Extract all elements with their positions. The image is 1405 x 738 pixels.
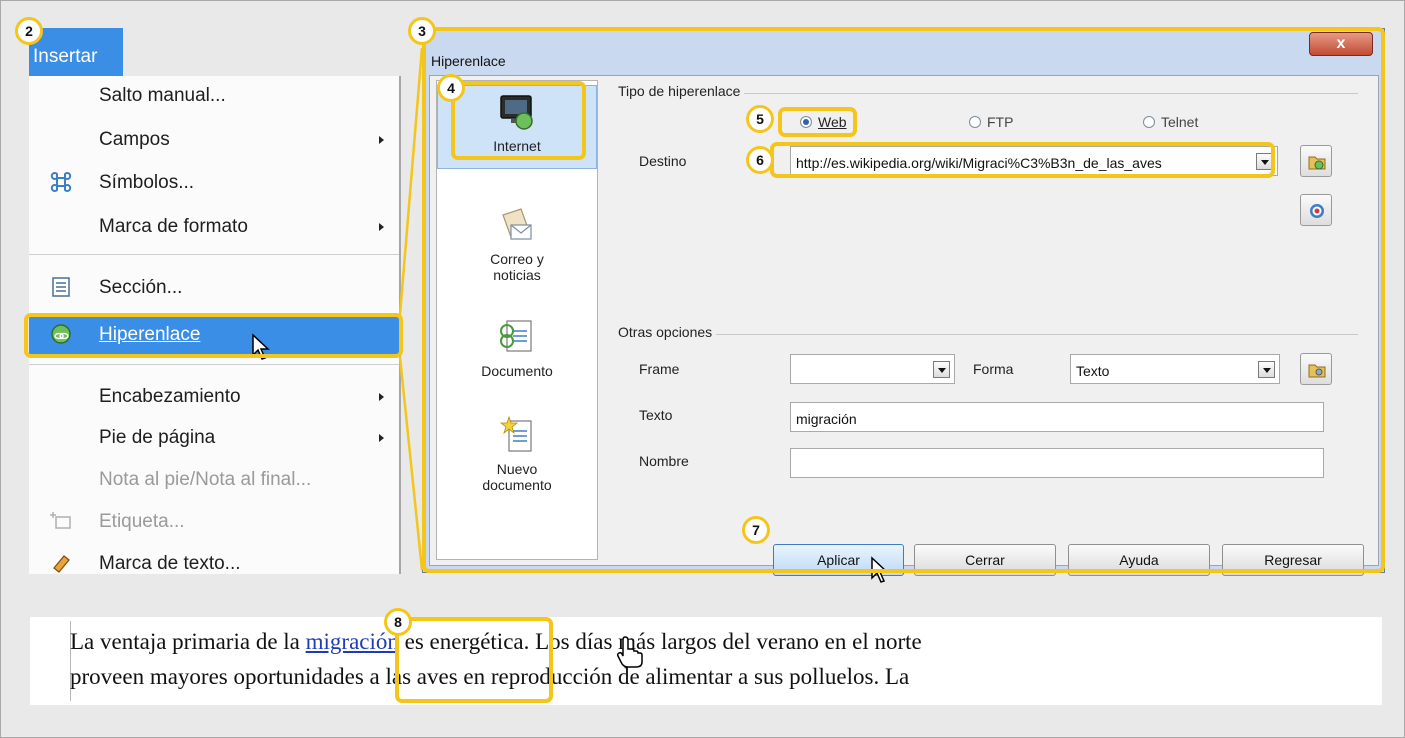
callout-box-internet — [451, 81, 586, 160]
callout-box-web — [778, 107, 857, 137]
callout-badge-7: 7 — [742, 516, 770, 544]
callout-badge-6: 6 — [746, 146, 774, 174]
callout-badge-8: 8 — [384, 608, 412, 636]
callout-badge-4: 4 — [437, 74, 465, 102]
callout-badge-5: 5 — [746, 105, 774, 133]
callout-badge-3: 3 — [408, 17, 436, 45]
callout-badge-2: 2 — [15, 17, 43, 45]
callout-box-hiperenlace — [24, 313, 403, 358]
callout-box-link-text — [395, 617, 553, 703]
callout-box-url — [770, 142, 1275, 178]
